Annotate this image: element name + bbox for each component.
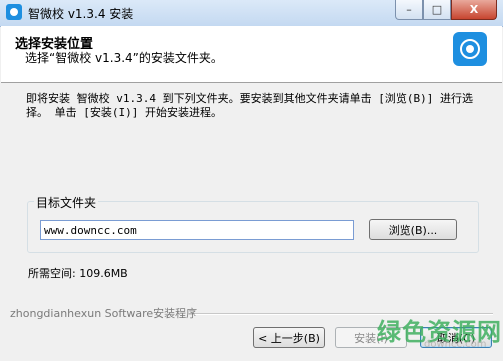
watermark-url: downcc.com [424,339,487,350]
target-folder-label: 目标文件夹 [34,194,99,211]
back-button[interactable]: < 上一步(B) [253,327,325,348]
close-button[interactable]: X [451,0,497,20]
wizard-header: 选择安装位置 选择“智微校 v1.3.4”的安装文件夹。 [1,26,502,83]
install-path-input[interactable] [40,220,354,240]
minimize-button[interactable]: – [395,0,423,20]
browse-button[interactable]: 浏览(B)... [369,219,457,240]
page-subtitle: 选择“智微校 v1.3.4”的安装文件夹。 [25,51,223,65]
install-description: 即将安装 智微校 v1.3.4 到下列文件夹。要安装到其他文件夹请单击 [浏览(… [26,92,473,119]
maximize-button[interactable]: □ [423,0,451,20]
installer-branding: zhongdianhexun Software安装程序 [10,307,198,320]
window-controls: – □ X [395,0,497,20]
app-logo-icon [453,32,487,66]
window-title: 智微校 v1.3.4 安装 [28,7,134,21]
space-required: 所需空间: 109.6MB [28,267,128,280]
title-bar[interactable]: 智微校 v1.3.4 安装 – □ X [0,0,503,27]
app-icon [6,4,22,20]
